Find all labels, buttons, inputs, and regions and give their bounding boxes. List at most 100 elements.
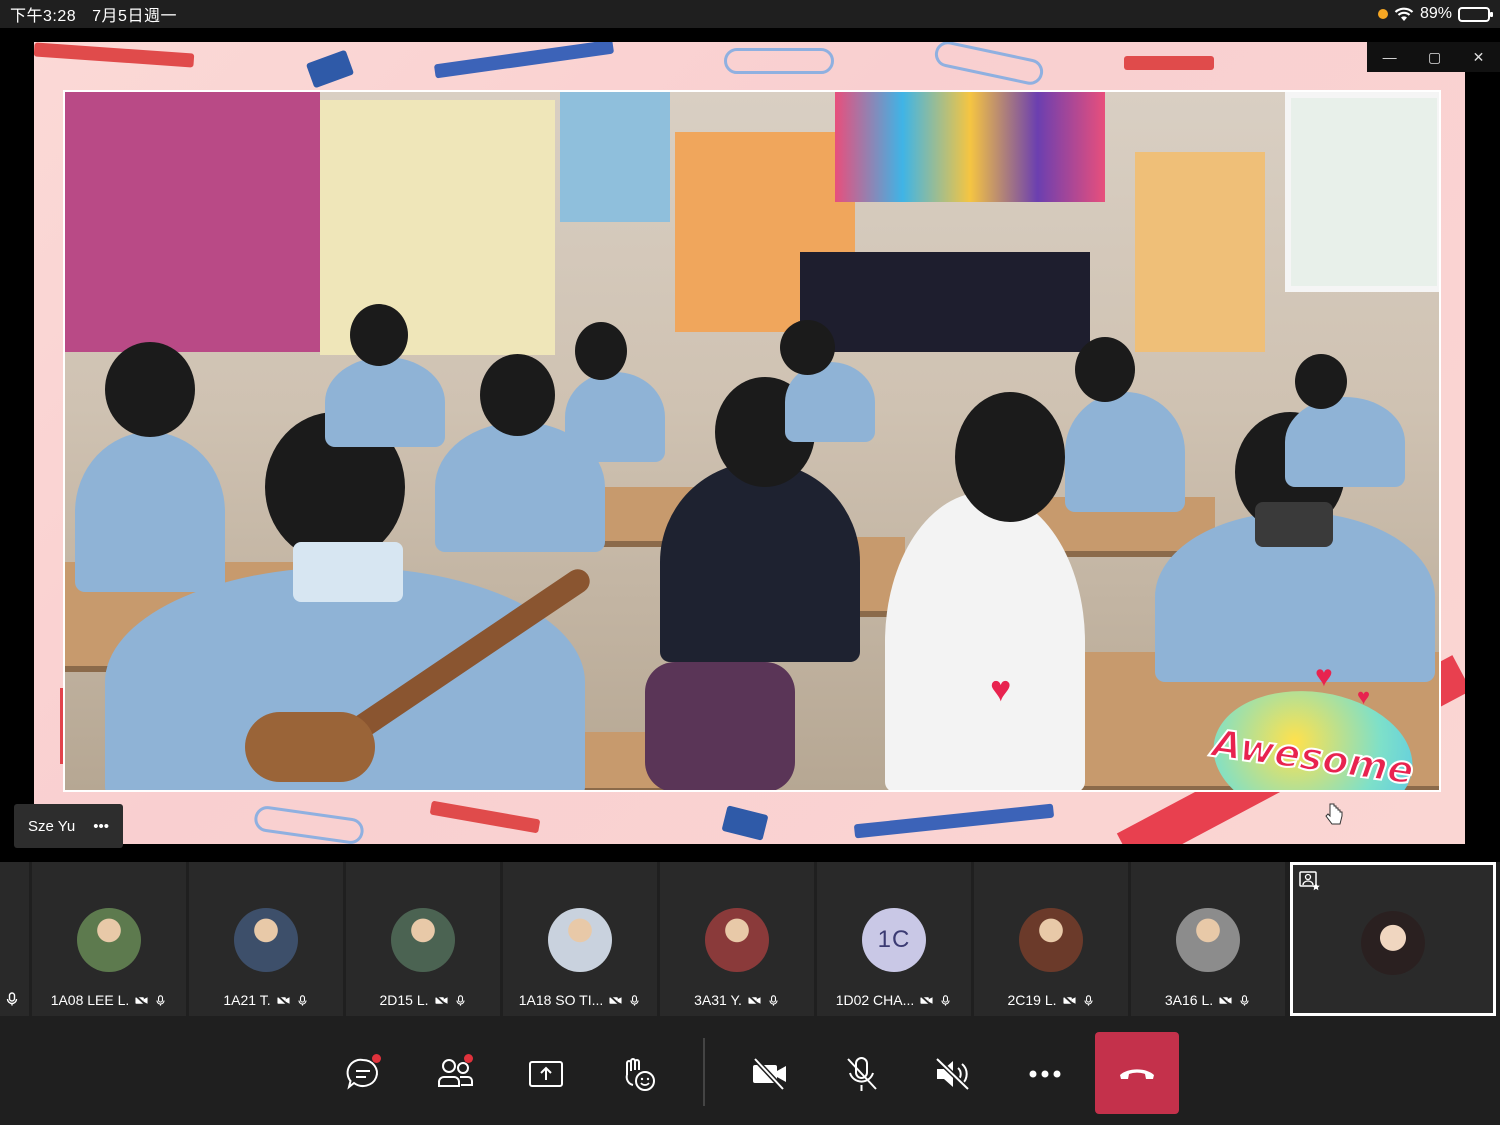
participant-tile[interactable]: 1A08 LEE L. [32,862,186,1016]
participant-tile[interactable]: 3A16 L. [1131,862,1285,1016]
participant-tile[interactable]: 3A31 Y. [660,862,814,1016]
status-time: 下午3:28 [10,8,77,25]
participant-name: 2D15 L. [379,992,429,1008]
ukulele [245,712,375,782]
student [1065,392,1185,512]
student [885,492,1085,790]
mic-toggle-button[interactable] [838,1050,886,1098]
participant-name-row: 2C19 L. [1007,992,1094,1008]
participant-tile[interactable]: 2D15 L. [346,862,500,1016]
participant-name-row: 3A31 Y. [694,992,780,1008]
participant-tile[interactable]: 2C19 L. [974,862,1128,1016]
binder-clip-decoration [721,805,769,841]
participant-name: 1A21 T. [223,992,271,1008]
participant-name-row: 3A16 L. [1165,992,1251,1008]
participant-name: 1A08 LEE L. [50,992,130,1008]
student [480,354,555,436]
pencil-decoration [1124,56,1214,70]
self-video-tile[interactable] [1290,862,1496,1016]
window-controls: — ▢ ✕ [1367,42,1500,72]
controls-divider [703,1038,705,1106]
heart-icon: ♥ [990,668,1012,709]
paperclip-decoration [724,48,834,74]
student [350,304,408,366]
bulletin-board [65,92,320,352]
camera-off-icon [434,994,448,1006]
self-avatar [1361,911,1425,975]
pencil-decoration [429,800,541,834]
share-icon [529,1061,563,1087]
mic-off-icon [847,1057,877,1091]
camera-toggle-button[interactable] [746,1050,794,1098]
participant-name-row: 2D15 L. [379,992,466,1008]
participant-name: 2C19 L. [1007,992,1057,1008]
participant-name-row: 1A18 SO TI... [519,992,642,1008]
presenter-name-tag: Sze Yu ••• [14,804,124,848]
participant-tile[interactable]: 1C 1D02 CHA... [817,862,971,1016]
student [1075,337,1135,402]
awesome-sticker-text: Awesome [1209,720,1418,792]
camera-off-icon [609,994,622,1006]
avatar [391,908,455,972]
artwork-display [835,92,1105,202]
participant-name: 1A18 SO TI... [518,992,604,1008]
student [565,372,665,462]
camera-off-icon [920,994,933,1006]
speaker-toggle-button[interactable] [929,1050,977,1098]
binder-clip-decoration [305,49,355,89]
minimize-button[interactable]: — [1383,49,1397,65]
status-bar: 下午3:28 7月5日週一 89% [0,0,1500,28]
hangup-icon [1120,1069,1154,1079]
presenter-video[interactable]: Awesome ♥ ♥ ♥ [34,42,1465,844]
student [955,392,1065,522]
people-button[interactable] [431,1050,479,1098]
heart-icon: ♥ [1357,684,1371,709]
camera-off-icon [753,1057,786,1091]
camera-off-icon [748,994,761,1006]
avatar [234,908,298,972]
participant-tile[interactable] [0,862,29,1016]
chat-button[interactable] [339,1050,387,1098]
pencil-decoration [853,803,1055,839]
pencil-decoration [34,42,195,68]
more-options-button[interactable] [1021,1050,1069,1098]
presenter-name: Sze Yu [28,817,76,835]
restore-button[interactable]: ▢ [1428,49,1441,66]
participant-name-row: 1A21 T. [223,992,308,1008]
classroom-window [1285,92,1439,292]
mic-icon [630,994,639,1006]
student [325,357,445,447]
avatar-initials: 1C [862,908,926,972]
mic-icon [298,994,307,1006]
mic-icon [1240,994,1249,1006]
student [75,432,225,592]
hang-up-button[interactable] [1095,1032,1179,1114]
reactions-icon [625,1058,655,1091]
artwork-display [800,252,1090,352]
participant-tile[interactable]: 1A21 T. [189,862,343,1016]
avatar [1019,908,1083,972]
close-button[interactable]: ✕ [1473,49,1485,66]
student [105,342,195,437]
paperclip-decoration [932,42,1046,88]
notification-dot [464,1054,473,1063]
call-controls [0,1020,1500,1125]
camera-off-icon [135,994,148,1006]
mic-icon [769,994,778,1006]
participant-tile[interactable]: 1A18 SO TI... [503,862,657,1016]
heart-icon: ♥ [1315,660,1333,693]
participant-name: 3A16 L. [1164,992,1214,1008]
backpack [645,662,795,790]
mic-icon [1083,994,1093,1006]
participant-name-row: 1D02 CHA... [836,992,953,1008]
camera-off-icon [1219,994,1232,1006]
avatar [77,908,141,972]
reactions-button[interactable] [614,1050,662,1098]
more-icon [1029,1070,1061,1078]
face-mask [293,542,403,602]
face-mask [1255,502,1333,547]
participant-name: 3A31 Y. [694,992,742,1008]
presenter-more-button[interactable]: ••• [93,818,109,835]
share-button[interactable] [522,1050,570,1098]
main-video-stage: Awesome ♥ ♥ ♥ — ▢ ✕ Sze Yu ••• [0,28,1500,862]
